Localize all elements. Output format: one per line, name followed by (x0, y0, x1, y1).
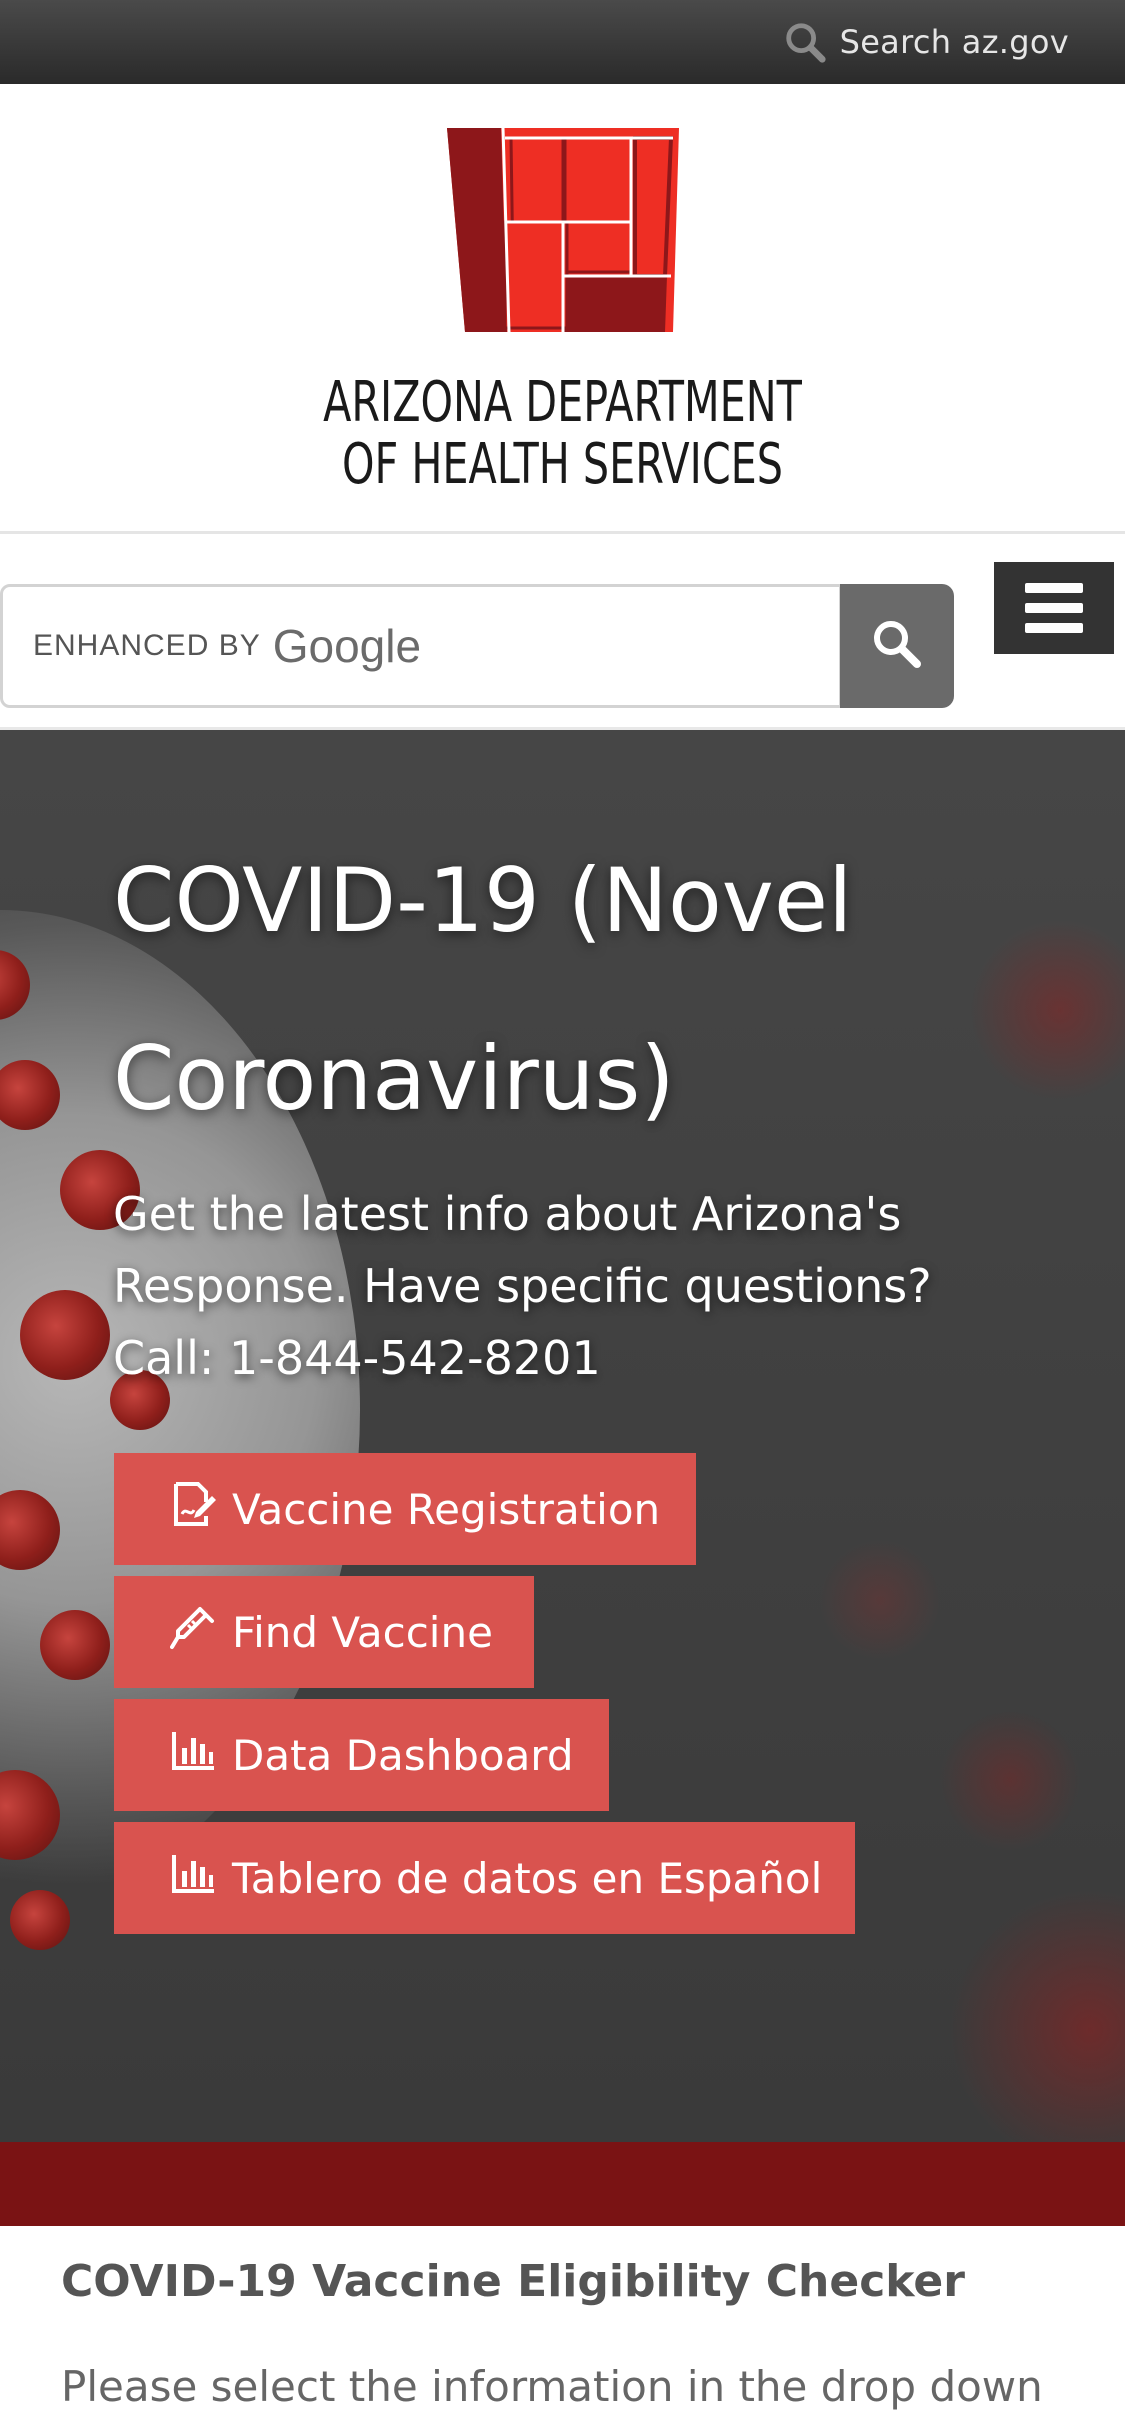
eligibility-checker-section: COVID-19 Vaccine Eligibility Checker Ple… (0, 2226, 1125, 2436)
find-vaccine-label: Find Vaccine (232, 1607, 493, 1657)
bar-chart-icon (170, 1849, 218, 1907)
site-search-row: ENHANCED BY Google (0, 534, 1125, 730)
signature-edit-icon (170, 1480, 218, 1538)
az-gov-search-link[interactable]: Search az.gov (782, 18, 1069, 66)
search-icon (869, 616, 925, 677)
adhs-logo[interactable] (445, 126, 681, 336)
org-name-line-1: ARIZONA DEPARTMENT (323, 370, 802, 435)
hero-title: COVID-19 (Novel Coronavirus) (113, 812, 1013, 1168)
az-gov-search-label: Search az.gov (839, 23, 1069, 61)
hamburger-menu-icon (1025, 583, 1083, 593)
search-icon (782, 19, 828, 65)
hero-title-line-1: COVID-19 (Novel (113, 849, 853, 952)
google-wordmark: Google (272, 620, 422, 672)
hotline-phone-number[interactable]: Call: 1-844-542-8201 (113, 1331, 601, 1385)
eligibility-checker-intro: Please select the information in the dro… (61, 2362, 1043, 2411)
find-vaccine-button[interactable]: Find Vaccine (114, 1576, 534, 1688)
top-bar: Search az.gov (0, 0, 1125, 84)
hero-title-line-2: Coronavirus) (113, 1027, 675, 1130)
bar-chart-icon (170, 1726, 218, 1784)
enhanced-by-label: ENHANCED BY (33, 629, 261, 662)
site-search-button[interactable] (840, 584, 954, 708)
hero-subtitle-line-2: Response. Have specific questions? (113, 1259, 932, 1313)
covid-hero-banner: COVID-19 (Novel Coronavirus) Get the lat… (0, 730, 1125, 2142)
section-divider-band (0, 2142, 1125, 2226)
vaccine-registration-label: Vaccine Registration (232, 1484, 661, 1534)
vaccine-registration-button[interactable]: Vaccine Registration (114, 1453, 696, 1565)
hero-subtitle-line-1: Get the latest info about Arizona's (113, 1187, 902, 1241)
organization-name: ARIZONA DEPARTMENT OF HEALTH SERVICES (101, 372, 1024, 496)
hamburger-menu-button[interactable] (994, 562, 1114, 654)
eligibility-checker-title: COVID-19 Vaccine Eligibility Checker (61, 2256, 965, 2307)
org-name-line-2: OF HEALTH SERVICES (341, 432, 784, 497)
site-header: ARIZONA DEPARTMENT OF HEALTH SERVICES (0, 84, 1125, 534)
data-dashboard-button[interactable]: Data Dashboard (114, 1699, 609, 1811)
hero-subtitle: Get the latest info about Arizona's Resp… (113, 1178, 1013, 1394)
spanish-data-dashboard-button[interactable]: Tablero de datos en Español (114, 1822, 855, 1934)
site-search-input[interactable]: ENHANCED BY Google (0, 584, 842, 708)
spanish-data-dashboard-label: Tablero de datos en Español (232, 1853, 823, 1903)
syringe-icon (170, 1603, 218, 1661)
data-dashboard-label: Data Dashboard (232, 1730, 574, 1780)
